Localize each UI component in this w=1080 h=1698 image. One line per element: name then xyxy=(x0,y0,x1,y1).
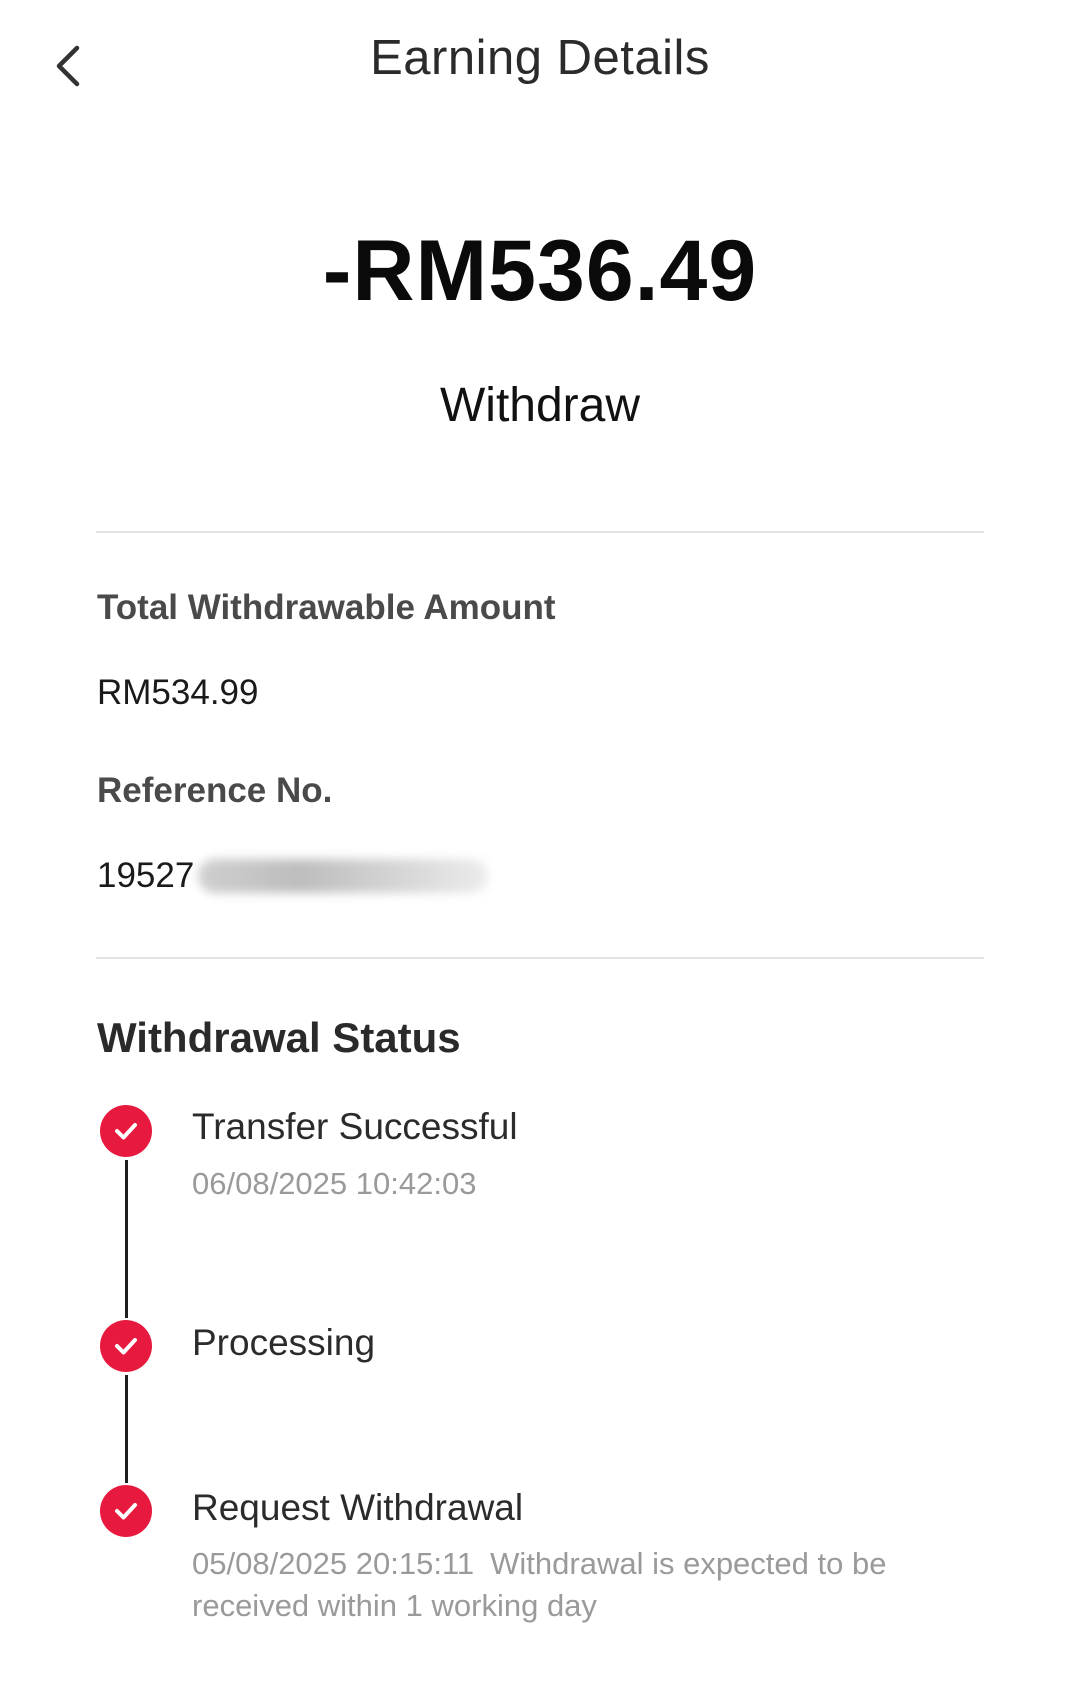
check-circle-icon xyxy=(100,1105,152,1157)
status-step-details: 05/08/2025 20:15:11 Withdrawal is expecte… xyxy=(192,1543,952,1627)
earning-details-page: Earning Details -RM536.49 Withdraw Total… xyxy=(0,0,1080,1698)
check-circle-icon xyxy=(100,1485,152,1537)
total-withdrawable-value: RM534.99 xyxy=(97,673,259,712)
timeline-connector xyxy=(125,1375,128,1483)
check-circle-icon xyxy=(100,1320,152,1372)
divider xyxy=(96,957,984,959)
reference-number-redacted xyxy=(198,859,489,893)
transaction-amount: -RM536.49 xyxy=(322,223,758,319)
reference-number-label: Reference No. xyxy=(97,771,333,810)
header-bar: Earning Details xyxy=(0,0,1080,125)
timeline-connector xyxy=(125,1160,128,1318)
transaction-type: Withdraw xyxy=(439,379,641,432)
page-title: Earning Details xyxy=(370,31,710,85)
divider xyxy=(96,531,984,533)
status-step-datetime: 05/08/2025 20:15:11 xyxy=(192,1546,475,1581)
status-step-title: Processing xyxy=(192,1322,376,1363)
status-step-title: Request Withdrawal xyxy=(192,1487,524,1528)
withdrawal-status-heading: Withdrawal Status xyxy=(97,1014,461,1061)
status-step-title: Transfer Successful xyxy=(192,1106,518,1147)
total-withdrawable-label: Total Withdrawable Amount xyxy=(97,588,556,627)
status-step-datetime: 06/08/2025 10:42:03 xyxy=(192,1166,477,1201)
reference-number-visible: 19527 xyxy=(97,856,195,895)
reference-number-value: 19527 xyxy=(97,856,489,896)
